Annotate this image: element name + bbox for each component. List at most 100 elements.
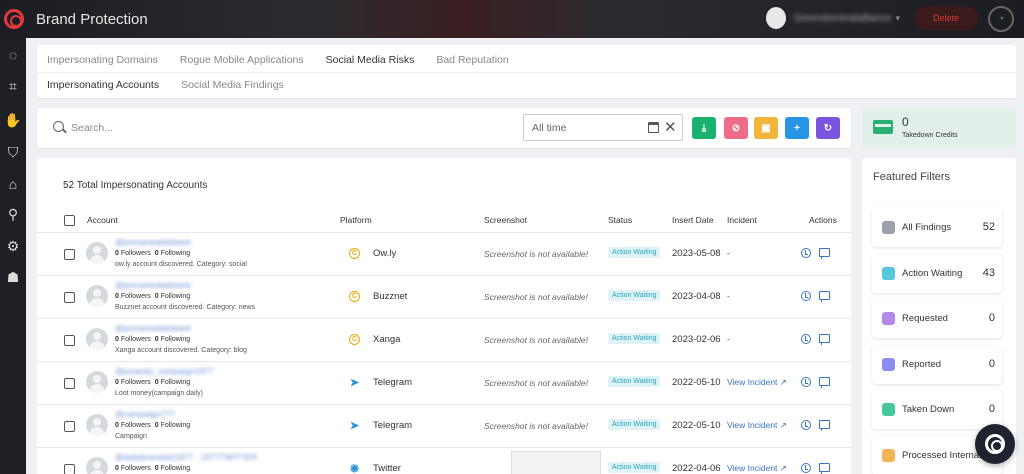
status-badge: Action Waiting — [608, 419, 661, 430]
screenshot-status: Screenshot is not available! — [484, 249, 588, 259]
add-button[interactable]: + — [785, 117, 809, 139]
row-checkbox[interactable] — [64, 335, 75, 346]
tab-social-media-findings[interactable]: Social Media Findings — [181, 79, 284, 91]
search-settings-icon[interactable]: ⚲ — [3, 204, 23, 224]
hand-icon[interactable]: ✋ — [3, 110, 23, 130]
followers-count: 0 — [115, 379, 119, 386]
account-name[interactable]: @jonandy_campaign1977 — [115, 366, 214, 376]
table-row[interactable]: @jonnamedaldstark 0 Followers 0 Followin… — [37, 232, 851, 275]
account-name[interactable]: @jonnamedaldstark — [115, 323, 191, 333]
filter-label: Reported — [902, 358, 942, 370]
filter-item-requested[interactable]: Requested 0 — [872, 299, 1002, 338]
history-icon[interactable] — [801, 291, 811, 301]
history-icon[interactable] — [801, 248, 811, 258]
row-checkbox[interactable] — [64, 421, 75, 432]
comment-icon[interactable] — [819, 463, 830, 474]
select-all-checkbox[interactable] — [64, 215, 75, 226]
col-screenshot: Screenshot — [484, 215, 527, 225]
filter-label: All Findings — [902, 222, 952, 233]
col-account: Account — [87, 215, 118, 225]
row-checkbox[interactable] — [64, 292, 75, 303]
comment-icon[interactable] — [819, 334, 830, 345]
logout-button[interactable]: Delete — [914, 6, 978, 30]
table-row[interactable]: @jonnamedaldstark 0 Followers 0 Followin… — [37, 275, 851, 318]
incident-empty: - — [727, 334, 730, 344]
insert-date: 2022-05-10 — [672, 377, 721, 388]
user-menu[interactable]: Greendominatalliance ▾ — [766, 6, 900, 30]
help-button[interactable] — [975, 424, 1015, 464]
tab-impersonating-domains[interactable]: Impersonating Domains — [47, 54, 158, 66]
calendar-icon[interactable] — [648, 122, 659, 133]
gears-icon[interactable]: ⚙ — [3, 236, 23, 256]
avatar — [86, 242, 108, 264]
view-incident-link[interactable]: View Incident ↗ — [727, 377, 787, 388]
comment-icon[interactable] — [819, 291, 830, 302]
following-count: 0 — [154, 293, 159, 300]
filter-label: Requested — [902, 313, 948, 324]
following-label: Following — [160, 250, 191, 257]
filter-color-swatch — [882, 221, 895, 234]
table-row[interactable]: @campaign777 0 Followers 0 Following Cam… — [37, 404, 851, 447]
account-stats: 0 Followers 0 Following — [115, 250, 190, 257]
shield-icon[interactable]: ⛉ — [3, 142, 23, 162]
account-name[interactable]: @dailybrandset1977 · 1977TWITTER — [115, 452, 257, 462]
account-name[interactable]: @campaign777 — [115, 409, 175, 419]
search-input[interactable] — [71, 118, 511, 138]
spy-icon[interactable]: ☗ — [3, 267, 23, 287]
calendar-button[interactable]: ▣ — [754, 117, 778, 139]
account-stats: 0 Followers 0 Following — [115, 293, 190, 300]
date-range-picker[interactable]: All time ✕ — [523, 114, 683, 141]
view-incident-link[interactable]: View Incident ↗ — [727, 463, 787, 474]
calendar-check-icon: ▣ — [761, 122, 771, 134]
brand-logo[interactable] — [4, 9, 24, 29]
external-link-icon: ↗ — [779, 377, 787, 387]
incident-empty: - — [727, 291, 730, 301]
tab-rogue-mobile-applications[interactable]: Rogue Mobile Applications — [180, 54, 304, 66]
filter-count: 0 — [988, 357, 995, 370]
col-insert-date: Insert Date — [672, 215, 714, 225]
following-count: 0 — [154, 422, 159, 429]
tab-impersonating-accounts[interactable]: Impersonating Accounts — [47, 79, 159, 91]
download-button[interactable]: ⤓ — [692, 117, 716, 139]
filter-color-swatch — [882, 312, 895, 325]
scan-icon[interactable]: ⌗ — [3, 76, 23, 96]
settings-circle-icon[interactable]: ◔ — [988, 6, 1014, 32]
insert-date: 2022-05-10 — [672, 420, 721, 431]
screenshot-thumbnail[interactable] — [511, 451, 601, 474]
filter-item-reported[interactable]: Reported 0 — [872, 344, 1002, 384]
history-icon[interactable] — [801, 377, 811, 387]
filter-count: 0 — [988, 403, 995, 415]
user-name: Greendominatalliance — [794, 12, 892, 24]
refresh-button[interactable]: ↻ — [816, 117, 840, 139]
row-checkbox[interactable] — [64, 464, 75, 474]
view-incident-link[interactable]: View Incident ↗ — [727, 420, 787, 431]
account-name[interactable]: @jonnamedaldstark — [115, 280, 191, 290]
filter-item-all-findings[interactable]: All Findings 52 — [872, 208, 1002, 247]
comment-icon[interactable] — [819, 420, 830, 431]
following-count: 0 — [154, 250, 159, 257]
tab-social-media-risks[interactable]: Social Media Risks — [326, 54, 415, 66]
loader-icon[interactable]: ◌ — [3, 45, 23, 65]
comment-icon[interactable] — [819, 377, 830, 388]
history-icon[interactable] — [801, 420, 811, 430]
row-checkbox[interactable] — [64, 249, 75, 260]
filter-item-action-waiting[interactable]: Action Waiting 43 — [872, 253, 1002, 293]
table-row[interactable]: @dailybrandset1977 · 1977TWITTER 0 Follo… — [37, 447, 851, 474]
account-description: ow.ly account discovered. Category: soci… — [115, 261, 247, 268]
account-name[interactable]: @jonnamedaldstark — [115, 237, 191, 247]
account-description: Buzznet account discovered. Category: ne… — [115, 304, 256, 311]
home-shield-icon[interactable]: ⌂ — [3, 174, 23, 194]
filter-item-taken-down[interactable]: Taken Down 0 — [872, 390, 1002, 429]
table-row[interactable]: @jonandy_campaign1977 0 Followers 0 Foll… — [37, 361, 851, 404]
comment-icon[interactable] — [819, 248, 830, 259]
row-checkbox[interactable] — [64, 378, 75, 389]
avatar — [86, 457, 108, 474]
close-icon[interactable]: ✕ — [664, 118, 677, 136]
table-row[interactable]: @jonnamedaldstark 0 Followers 0 Followin… — [37, 318, 851, 361]
followers-label: Followers — [120, 250, 151, 257]
following-count: 0 — [154, 379, 159, 386]
history-icon[interactable] — [801, 463, 811, 473]
history-icon[interactable] — [801, 334, 811, 344]
dislike-button[interactable]: ⊘ — [724, 117, 748, 139]
tab-bad-reputation[interactable]: Bad Reputation — [436, 54, 508, 66]
